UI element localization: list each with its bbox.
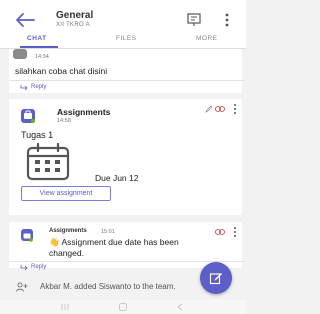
sender-name: Assignments [49, 228, 87, 234]
tab-more[interactable]: MORE [196, 35, 218, 42]
reply-button[interactable]: Reply [31, 84, 46, 90]
wave-emoji: 👋 [49, 237, 60, 247]
new-conversation-button[interactable] [200, 262, 232, 294]
compose-icon [209, 273, 222, 285]
chat-message-card: 14:34 silahkan coba chat disini Reply [6, 49, 245, 93]
assignments-app-icon [23, 233, 33, 242]
read-receipt-icon [215, 106, 225, 112]
system-message-text: Akbar M. added Siswanto to the team. [40, 282, 176, 291]
system-navigation-bar [0, 300, 246, 314]
message-text: silahkan coba chat disini [15, 66, 108, 76]
assignments-app-icon [24, 110, 35, 123]
assignment-message-card: Assignments 14:58 Tugas 1 Due Jun 12 Vie… [6, 99, 242, 215]
divider [9, 80, 245, 81]
recent-apps-icon[interactable] [60, 303, 70, 311]
channel-title: General [56, 10, 94, 21]
message-time: 14:34 [35, 54, 49, 60]
tab-chat[interactable]: CHAT [27, 35, 47, 42]
edited-icon [205, 105, 213, 113]
message-options-icon[interactable] [233, 226, 237, 238]
more-options-icon[interactable] [223, 11, 231, 29]
sender-name: Assignments [57, 107, 111, 117]
active-tab-indicator [20, 46, 58, 48]
people-added-icon [16, 282, 28, 292]
message-text-line-1: 👋 Assignment due date has been [49, 237, 179, 248]
channel-tabs: CHAT FILES MORE [0, 33, 246, 49]
back-nav-icon[interactable] [176, 303, 184, 311]
divider [9, 261, 245, 262]
assignment-due-date: Due Jun 12 [95, 173, 139, 183]
message-text-line-2: changed. [49, 248, 84, 258]
read-receipt-icon [215, 229, 225, 235]
message-time: 14:58 [57, 118, 71, 124]
assignments-app-avatar [21, 109, 35, 123]
message-time: 15:01 [101, 229, 115, 235]
tab-files[interactable]: FILES [116, 35, 137, 42]
home-icon[interactable] [118, 302, 128, 312]
message-options-icon[interactable] [233, 103, 237, 115]
assignment-title: Tugas 1 [21, 130, 54, 140]
reply-icon [20, 265, 28, 270]
reply-icon [20, 85, 28, 90]
assignments-app-avatar [21, 229, 33, 242]
calendar-icon [26, 143, 70, 181]
team-name: XII TKRO A [56, 22, 90, 28]
assignment-update-card: Assignments 15:01 👋 Assignment due date … [6, 222, 245, 270]
back-arrow-icon[interactable] [14, 11, 36, 29]
message-text: Assignment due date has been [61, 237, 179, 247]
avatar [13, 49, 27, 59]
meeting-icon[interactable] [186, 12, 202, 28]
view-assignment-button[interactable]: View assignment [21, 186, 111, 201]
reply-button[interactable]: Reply [31, 264, 46, 270]
